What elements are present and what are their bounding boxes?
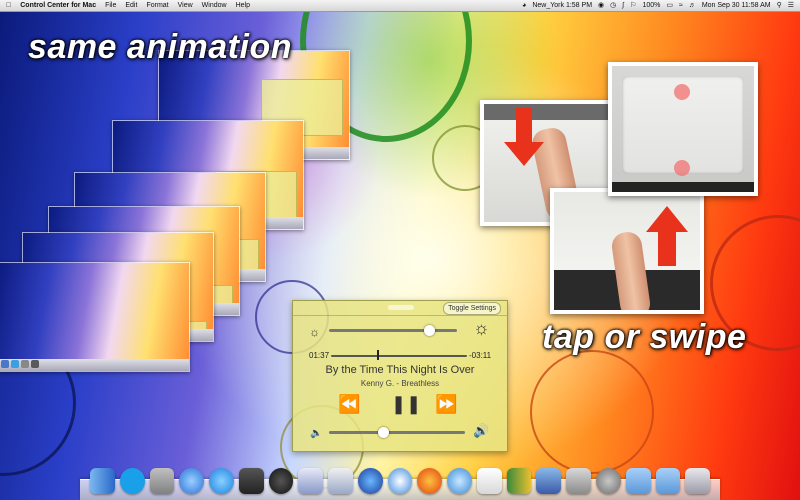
downloads-folder-icon[interactable] (655, 468, 681, 494)
menu-view[interactable]: View (178, 0, 193, 11)
touch-point (674, 84, 690, 100)
mail-icon[interactable] (447, 468, 472, 494)
menu-file[interactable]: File (105, 0, 116, 11)
preview-icon[interactable] (298, 468, 324, 494)
safari-icon[interactable] (387, 468, 413, 494)
photo-booth-icon[interactable] (238, 468, 264, 494)
world-clock[interactable]: New_York 1:58 PM (532, 0, 592, 11)
textedit-icon[interactable] (476, 468, 502, 494)
volume-knob[interactable] (378, 427, 390, 438)
editor-icon[interactable] (536, 468, 562, 494)
itunes-icon[interactable] (179, 468, 205, 494)
panel-title-bar: Toggle Settings (293, 301, 507, 316)
control-center-icon[interactable]: ◉ (598, 0, 604, 11)
fast-forward-icon[interactable]: ⏩ (435, 395, 457, 413)
finder-icon[interactable] (90, 468, 115, 494)
apple-icon[interactable]:  (6, 0, 11, 11)
song-title: By the Time This Night Is Over (325, 364, 475, 376)
xcode-icon[interactable] (328, 468, 353, 494)
speaker-low-icon: 🔈 (310, 428, 323, 439)
brightness-knob[interactable] (423, 325, 435, 336)
spotlight-icon[interactable]: ⚲ (777, 0, 782, 11)
red-up-arrow (646, 206, 688, 266)
bluetooth-icon[interactable]: ∫ (622, 0, 624, 11)
red-down-arrow (504, 108, 544, 166)
drag-handle[interactable] (388, 305, 414, 310)
track-position-marker[interactable] (377, 350, 380, 360)
trackpad-photo-dots (608, 62, 758, 196)
toggle-settings-button[interactable]: Toggle Settings (443, 302, 501, 315)
control-center-panel: Toggle Settings ☼ ☼ 01:37 -03:11 By the … (292, 300, 508, 452)
google-earth-icon[interactable] (357, 468, 383, 494)
wifi-icon[interactable]: ≈ (679, 0, 683, 11)
trackpad-photo-up (550, 188, 704, 314)
timemachine-icon[interactable]: ◷ (610, 0, 616, 11)
rewind-icon[interactable]: ⏪ (338, 395, 360, 413)
speaker-high-icon: 🔊 (473, 423, 490, 438)
volume-icon[interactable]: ♬ (689, 0, 696, 11)
brightness-slider[interactable] (329, 329, 457, 332)
facetime-icon[interactable] (566, 468, 592, 494)
track-progress-bar[interactable] (331, 355, 467, 357)
pause-icon[interactable]: ❚❚ (391, 395, 421, 413)
sun-small-icon: ☼ (309, 325, 320, 339)
headline-same-animation: same animation (28, 28, 292, 66)
skype-icon[interactable] (119, 468, 145, 494)
menu-clock[interactable]: Mon Sep 30 11:58 AM (702, 0, 771, 11)
system-preferences-icon[interactable] (596, 468, 621, 494)
menu-edit[interactable]: Edit (125, 0, 137, 11)
menu-format[interactable]: Format (146, 0, 168, 11)
dashboard-icon[interactable] (268, 468, 294, 494)
notification-icon[interactable]: ☰ (788, 0, 794, 11)
applications-folder-icon[interactable] (625, 468, 651, 494)
dock (80, 462, 720, 500)
menu-app-name[interactable]: Control Center for Mac (20, 0, 96, 11)
menu-bar:  Control Center for Mac File Edit Forma… (0, 0, 800, 12)
animation-frame-thumbnail (0, 262, 190, 372)
firefox-icon[interactable] (417, 468, 443, 494)
remaining-time: -03:11 (469, 351, 492, 360)
wallpaper-ring (530, 350, 654, 474)
touch-point (674, 160, 690, 176)
menu-window[interactable]: Window (202, 0, 227, 11)
artist-album: Kenny G. - Breathless (360, 379, 440, 388)
battery-percent[interactable]: 100% (642, 0, 660, 11)
trash-icon[interactable] (685, 468, 711, 494)
elapsed-time: 01:37 (309, 351, 330, 360)
flag-icon[interactable]: ⚐ (630, 0, 636, 11)
headline-tap-or-swipe: tap or swipe (542, 318, 747, 356)
launchpad-icon[interactable] (149, 468, 175, 494)
battery-icon[interactable]: ▭ (666, 0, 673, 11)
sun-large-icon: ☼ (473, 318, 490, 338)
app-store-icon[interactable] (209, 468, 234, 494)
menu-help[interactable]: Help (236, 0, 250, 11)
world-clock-icon[interactable]: ◕ (522, 0, 526, 11)
volume-slider[interactable] (329, 431, 465, 434)
grapher-icon[interactable] (506, 468, 532, 494)
